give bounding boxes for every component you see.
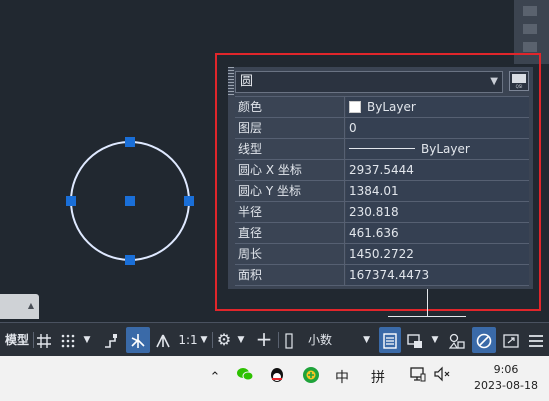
fullscreen-icon[interactable] — [500, 327, 522, 353]
chevron-up-icon[interactable]: ⌃ — [206, 366, 224, 390]
gear-icon[interactable]: ⚙ — [214, 327, 234, 353]
units-value: 小数 — [308, 333, 333, 347]
chevron-down-icon[interactable]: ▼ — [198, 327, 210, 353]
grip-left[interactable] — [66, 196, 76, 206]
quick-properties-icon[interactable] — [379, 327, 401, 353]
system-clock[interactable]: 9:06 2023-08-18 — [466, 362, 546, 394]
qq-icon[interactable] — [266, 366, 288, 390]
triangle-up-icon: ▲ — [27, 301, 34, 310]
grip-bottom[interactable] — [125, 255, 135, 265]
divider — [278, 332, 279, 348]
annotation-visibility-icon[interactable] — [152, 327, 174, 353]
grid-icon[interactable] — [34, 327, 54, 353]
status-bar: 模型 ▼ 1:1 ▼ ⚙ ▼ + 小数 ▼ ▼ — [0, 322, 549, 356]
chevron-down-icon[interactable]: ▼ — [428, 327, 442, 353]
ime-language-button[interactable]: 中 — [332, 366, 352, 390]
selection-cycling-icon[interactable] — [404, 327, 426, 353]
polar-tracking-icon[interactable] — [126, 327, 150, 353]
highlight-frame — [215, 53, 541, 311]
ime-mode-button[interactable]: 拼 — [368, 366, 388, 390]
grip-right[interactable] — [184, 196, 194, 206]
chevron-down-icon[interactable]: ▼ — [234, 327, 248, 353]
volume-muted-icon[interactable] — [432, 366, 454, 390]
grip-center[interactable] — [125, 196, 135, 206]
ortho-icon[interactable] — [100, 327, 122, 353]
hardware-acceleration-icon[interactable] — [472, 327, 496, 353]
wechat-icon[interactable] — [234, 366, 256, 390]
security-app-icon[interactable] — [300, 366, 322, 390]
annotation-scale[interactable]: 1:1 — [176, 327, 200, 353]
units-icon — [282, 327, 296, 353]
snap-icon[interactable] — [58, 327, 78, 353]
indicator-line — [427, 289, 428, 316]
clock-date: 2023-08-18 — [474, 379, 538, 392]
chevron-down-icon: ▼ — [363, 335, 370, 345]
isolate-objects-icon[interactable] — [446, 327, 468, 353]
zoom-icon[interactable] — [523, 24, 537, 34]
orbit-icon[interactable] — [523, 42, 537, 52]
units-select[interactable]: 小数 ▼ — [300, 327, 374, 353]
pan-icon[interactable] — [523, 6, 537, 16]
plus-icon[interactable]: + — [254, 327, 274, 353]
layout-tab-scroll[interactable]: ▲ — [0, 294, 39, 319]
grip-top[interactable] — [125, 137, 135, 147]
divider — [212, 332, 213, 348]
indicator-line — [388, 316, 466, 317]
menu-icon[interactable] — [525, 327, 547, 353]
clock-time: 9:06 — [493, 363, 519, 376]
model-space-button[interactable]: 模型 — [2, 327, 32, 353]
system-taskbar: ⌃ 中 拼 9:06 2023-08-18 — [0, 356, 549, 401]
chevron-down-icon[interactable]: ▼ — [80, 327, 94, 353]
network-icon[interactable] — [408, 366, 428, 390]
